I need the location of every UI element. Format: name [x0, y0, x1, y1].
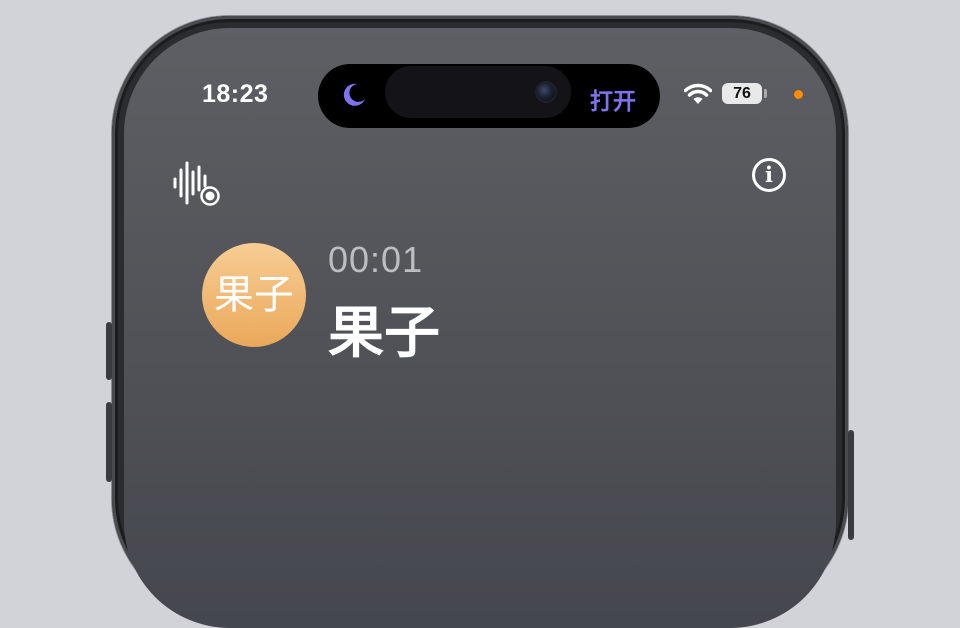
- status-time: 18:23: [202, 80, 269, 108]
- dynamic-island[interactable]: 打开: [318, 64, 660, 128]
- moon-icon: [343, 83, 365, 106]
- call-duration: 00:01: [328, 239, 424, 280]
- wifi-icon: [684, 83, 712, 104]
- call-screen: 18:23 打开 76 i 果子 00:01 果子: [124, 28, 836, 628]
- focus-open-button[interactable]: 打开: [590, 82, 636, 116]
- caller-name: 果子: [328, 301, 440, 366]
- side-button-power: [848, 430, 854, 540]
- side-button-mute: [106, 322, 112, 380]
- mic-in-use-indicator: [794, 90, 803, 99]
- front-camera: [537, 83, 555, 101]
- side-button-volume: [106, 402, 112, 482]
- battery-indicator: 76: [722, 83, 762, 104]
- battery-cap: [764, 89, 767, 98]
- info-icon[interactable]: i: [752, 158, 786, 192]
- audio-waveform-record-icon[interactable]: [172, 160, 224, 206]
- avatar: 果子: [202, 243, 306, 347]
